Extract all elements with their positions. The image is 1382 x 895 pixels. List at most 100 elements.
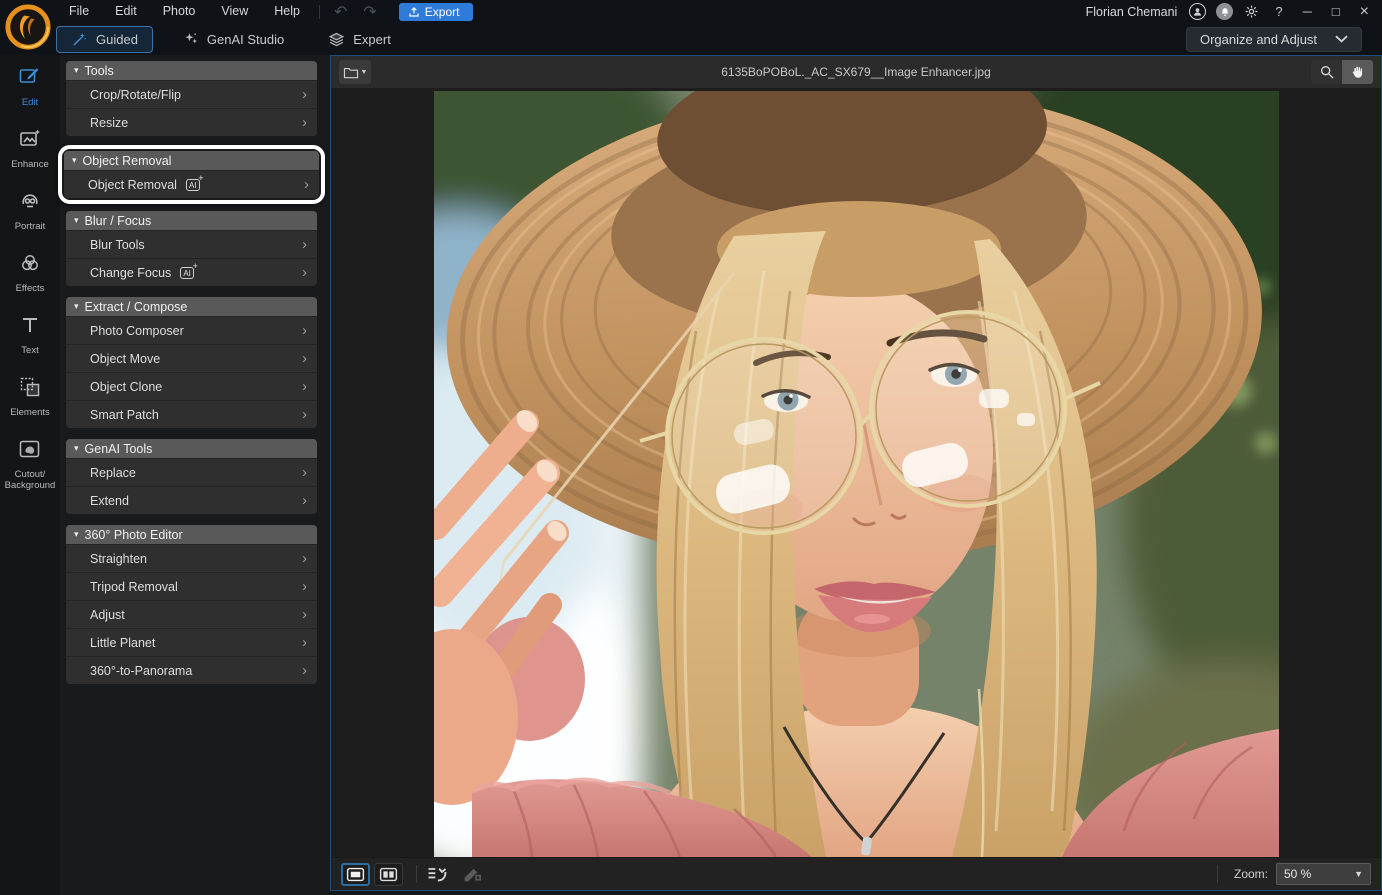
text-icon bbox=[18, 313, 42, 342]
canvas-title-bar: ▼ 6135BoPOBoL._AC_SX679__Image Enhancer.… bbox=[331, 56, 1381, 88]
tool-item-photo-composer[interactable]: Photo Composer› bbox=[66, 316, 317, 344]
tool-item-label: Adjust bbox=[90, 608, 125, 622]
browse-folder-button[interactable]: ▼ bbox=[339, 60, 371, 84]
export-icon bbox=[408, 6, 420, 18]
wand-icon bbox=[71, 31, 88, 48]
tool-item-change-focus[interactable]: Change FocusAI+› bbox=[66, 258, 317, 286]
tool-item-label: Tripod Removal bbox=[90, 580, 178, 594]
rail-item-label: Cutout/Background bbox=[5, 469, 56, 491]
section-header-label: Object Removal bbox=[83, 154, 172, 168]
minimize-button[interactable]: ─ bbox=[1298, 4, 1317, 19]
menu-view[interactable]: View bbox=[208, 0, 261, 23]
compare-view-button[interactable] bbox=[374, 863, 403, 886]
rail-item-label: Text bbox=[21, 345, 38, 356]
collapse-triangle-icon: ▾ bbox=[74, 529, 79, 540]
tool-item-label: Object Removal bbox=[88, 178, 177, 192]
tool-item-blur-tools[interactable]: Blur Tools › bbox=[66, 230, 317, 258]
tool-item-tripod-removal[interactable]: Tripod Removal› bbox=[66, 572, 317, 600]
tool-item-extend[interactable]: Extend› bbox=[66, 486, 317, 514]
zoom-label: Zoom: bbox=[1234, 867, 1268, 881]
collapse-triangle-icon: ▾ bbox=[72, 155, 77, 166]
collapse-triangle-icon: ▾ bbox=[74, 65, 79, 76]
tab-genai-studio[interactable]: GenAI Studio bbox=[167, 26, 299, 53]
sparkles-icon bbox=[182, 31, 199, 48]
tool-item-object-clone[interactable]: Object Clone› bbox=[66, 372, 317, 400]
edit-adjustments-icon bbox=[462, 865, 482, 883]
rail-item-edit[interactable]: Edit bbox=[0, 55, 60, 117]
organize-and-adjust-dropdown[interactable]: Organize and Adjust bbox=[1186, 27, 1362, 52]
rail-item-text[interactable]: Text bbox=[0, 303, 60, 365]
section-header-object-removal[interactable]: ▾ Object Removal bbox=[64, 151, 319, 170]
tool-item-resize[interactable]: Resize› bbox=[66, 108, 317, 136]
photodirector-window: FileEditPhotoViewHelp ↶ ↷ Export Florian… bbox=[0, 0, 1382, 895]
rail-item-label: Portrait bbox=[15, 221, 46, 232]
genai-badge-icon: AI+ bbox=[186, 179, 200, 191]
tool-item-object-removal[interactable]: Object RemovalAI+› bbox=[64, 170, 319, 198]
editing-canvas-panel: ▼ 6135BoPOBoL._AC_SX679__Image Enhancer.… bbox=[330, 55, 1382, 891]
zoom-control-area: Zoom: 50 % ▼ bbox=[1208, 863, 1371, 885]
module-rail: EditEnhance Portrait Effects Text Elements Cu… bbox=[0, 55, 60, 895]
tool-item-label: Blur Tools bbox=[90, 238, 145, 252]
statusbar-divider bbox=[416, 865, 417, 883]
menu-photo[interactable]: Photo bbox=[150, 0, 209, 23]
tool-item-360-to-panorama[interactable]: 360°-to-Panorama› bbox=[66, 656, 317, 684]
tool-item-smart-patch[interactable]: Smart Patch› bbox=[66, 400, 317, 428]
rail-item-label: Elements bbox=[10, 407, 50, 418]
user-area: Florian Chemani ? ─ □ × bbox=[1086, 0, 1374, 23]
menu-help[interactable]: Help bbox=[261, 0, 313, 23]
tab-guided[interactable]: Guided bbox=[56, 26, 153, 53]
app-logo-icon bbox=[5, 4, 51, 50]
account-icon[interactable] bbox=[1189, 3, 1206, 20]
rail-item-cutout-background[interactable]: Cutout/Background bbox=[0, 427, 60, 500]
help-icon[interactable]: ? bbox=[1270, 4, 1287, 19]
tool-item-replace[interactable]: Replace› bbox=[66, 458, 317, 486]
top-bars: FileEditPhotoViewHelp ↶ ↷ Export Florian… bbox=[0, 0, 1382, 55]
tool-item-little-planet[interactable]: Little Planet› bbox=[66, 628, 317, 656]
tool-item-object-move[interactable]: Object Move› bbox=[66, 344, 317, 372]
user-name: Florian Chemani bbox=[1086, 5, 1178, 19]
section-header-tools[interactable]: ▾Tools bbox=[66, 61, 317, 80]
tool-item-crop-rotate-flip[interactable]: Crop/Rotate/Flip› bbox=[66, 80, 317, 108]
tool-item-adjust[interactable]: Adjust› bbox=[66, 600, 317, 628]
rail-item-effects[interactable]: Effects bbox=[0, 241, 60, 303]
image-viewport[interactable] bbox=[331, 88, 1381, 857]
zoom-level-dropdown[interactable]: 50 % ▼ bbox=[1276, 863, 1371, 885]
notifications-icon[interactable] bbox=[1216, 3, 1233, 20]
tool-item-label: Little Planet bbox=[90, 636, 155, 650]
tab-label: Guided bbox=[96, 32, 138, 47]
chevron-right-icon: › bbox=[302, 87, 307, 102]
section-header-360-photo-editor[interactable]: ▾360° Photo Editor bbox=[66, 525, 317, 544]
tool-item-straighten[interactable]: Straighten› bbox=[66, 544, 317, 572]
pan-hand-tool-button[interactable] bbox=[1342, 60, 1373, 84]
menu-edit[interactable]: Edit bbox=[102, 0, 150, 23]
genai-badge-text: AI bbox=[189, 181, 197, 190]
single-view-button[interactable] bbox=[341, 863, 370, 886]
apply-adjustments-icon[interactable] bbox=[426, 865, 448, 884]
undo-button[interactable]: ↶ bbox=[326, 2, 355, 22]
redo-button[interactable]: ↷ bbox=[355, 2, 384, 22]
section-object-removal: ▾Object RemovalObject RemovalAI+› bbox=[64, 151, 319, 198]
menu-file[interactable]: File bbox=[56, 0, 102, 23]
section-header-blur-focus[interactable]: ▾Blur / Focus bbox=[66, 211, 317, 230]
chevron-down-icon bbox=[1335, 35, 1348, 45]
tab-expert[interactable]: Expert bbox=[313, 26, 406, 53]
collapse-triangle-icon: ▾ bbox=[74, 301, 79, 312]
section-header-extract-compose[interactable]: ▾Extract / Compose bbox=[66, 297, 317, 316]
chevron-right-icon: › bbox=[302, 237, 307, 252]
zoom-tool-button[interactable] bbox=[1311, 60, 1342, 84]
export-button[interactable]: Export bbox=[399, 3, 474, 21]
rail-item-elements[interactable]: Elements bbox=[0, 365, 60, 427]
rail-item-enhance[interactable]: Enhance bbox=[0, 117, 60, 179]
photo bbox=[434, 91, 1279, 857]
tool-item-label: Straighten bbox=[90, 552, 147, 566]
section-header-label: Blur / Focus bbox=[85, 214, 152, 228]
section-header-genai-tools[interactable]: ▾GenAI Tools bbox=[66, 439, 317, 458]
close-button[interactable]: × bbox=[1355, 3, 1374, 21]
rail-item-portrait[interactable]: Portrait bbox=[0, 179, 60, 241]
elements-icon bbox=[18, 375, 42, 404]
chevron-right-icon: › bbox=[302, 351, 307, 366]
tab-label: Expert bbox=[353, 32, 391, 47]
chevron-right-icon: › bbox=[302, 379, 307, 394]
settings-gear-icon[interactable] bbox=[1243, 3, 1260, 20]
maximize-button[interactable]: □ bbox=[1327, 4, 1345, 19]
